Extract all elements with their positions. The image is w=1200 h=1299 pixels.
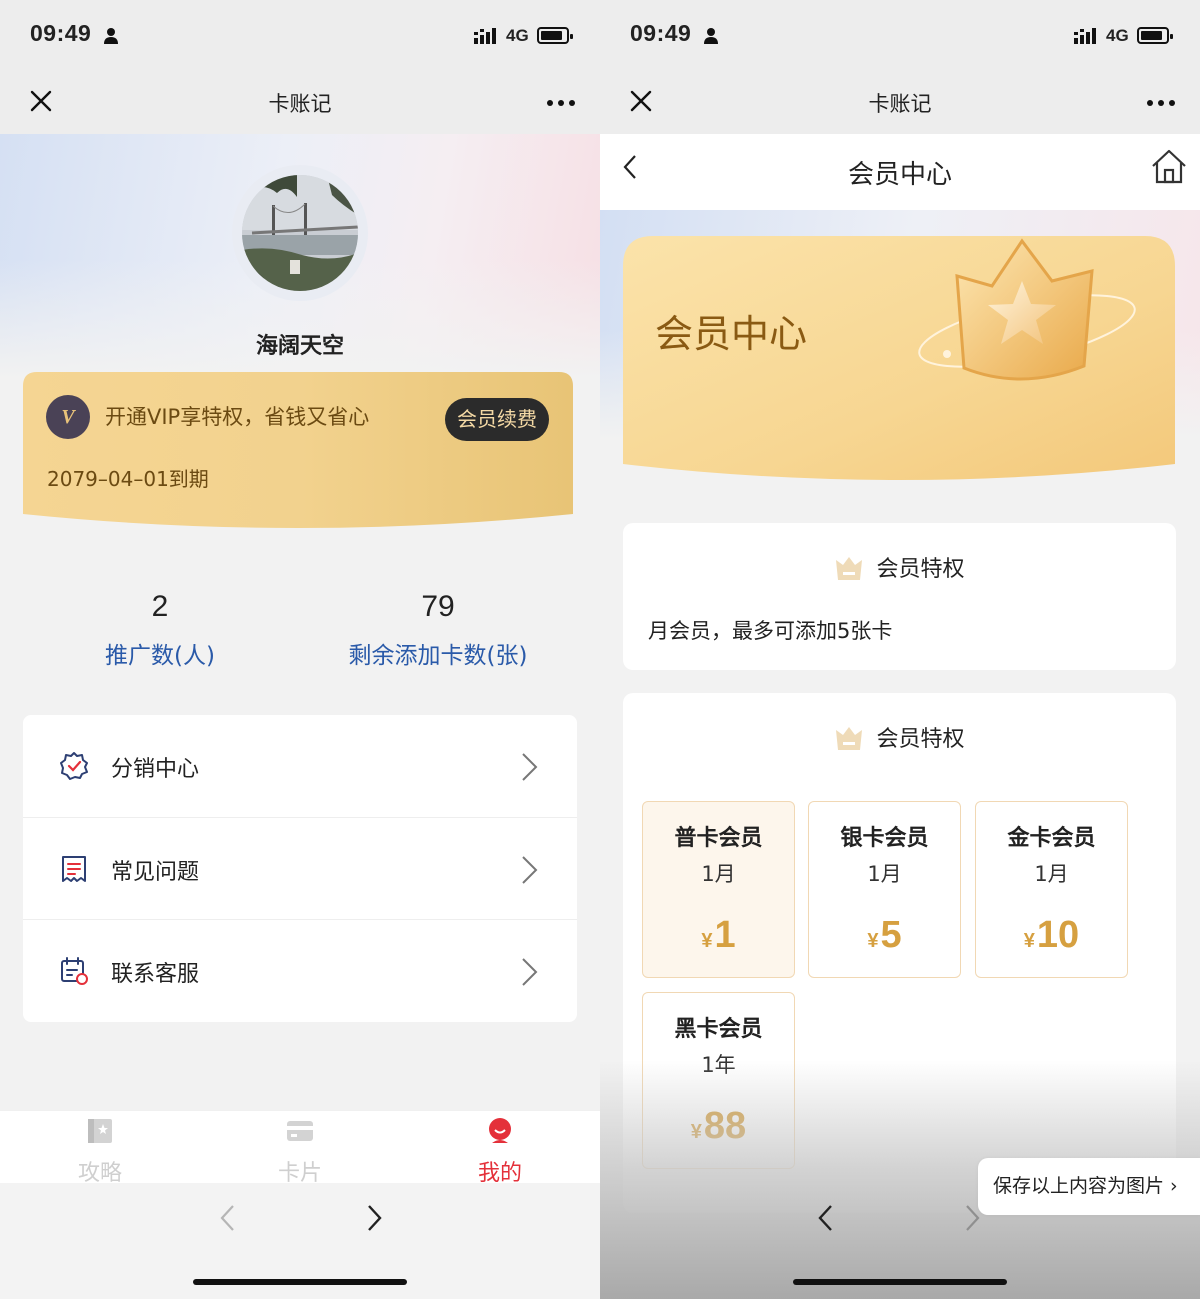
menu-item-customer-service[interactable]: 联系客服: [23, 919, 577, 1022]
panel-heading-text: 会员特权: [876, 557, 965, 582]
nav-title: 卡账记: [268, 92, 332, 116]
nav-title: 卡账记: [868, 92, 932, 116]
menu-item-faq[interactable]: 常见问题: [23, 817, 577, 920]
stat-label: 推广数(人): [105, 643, 215, 669]
plan-name: 银卡会员: [840, 826, 929, 851]
chevron-right-icon: [522, 753, 538, 781]
plan-price: ¥5: [809, 914, 960, 957]
chevron-right-icon: [522, 958, 538, 986]
person-icon: [104, 28, 118, 44]
back-icon[interactable]: [218, 1203, 238, 1233]
plan-price-value: 88: [703, 1105, 747, 1147]
plan-currency: ¥: [1023, 930, 1035, 952]
plan-name: 普卡会员: [674, 826, 763, 851]
chevron-right-icon: [522, 856, 538, 884]
plan-name: 黑卡会员: [674, 1017, 763, 1042]
signal-icon: [1074, 28, 1096, 44]
plan-price-value: 1: [714, 914, 736, 956]
book-icon: [88, 1119, 112, 1143]
stat-label: 剩余添加卡数(张): [348, 643, 528, 669]
network-label: 4G: [1106, 26, 1129, 45]
crown-star-icon: [918, 238, 1136, 381]
badge-check-icon: [60, 752, 88, 780]
plan-card-black[interactable]: 黑卡会员 1年 ¥88: [642, 992, 795, 1169]
menu-label: 常见问题: [111, 860, 200, 885]
menu-list: 分销中心 常见问题 联系客服: [23, 715, 577, 1022]
battery-icon: [537, 27, 573, 44]
status-time: 09:49: [30, 20, 92, 46]
plan-price: ¥1: [643, 914, 794, 957]
signal-icon: [474, 28, 496, 44]
plan-duration: 1年: [701, 1053, 736, 1077]
status-bar: 09:49 4G: [600, 0, 1200, 72]
panel-heading-text: 会员特权: [876, 727, 965, 752]
nav-bar: 卡账记: [600, 72, 1200, 134]
status-time: 09:49: [630, 20, 692, 46]
tab-mine[interactable]: 我的: [400, 1111, 600, 1186]
plan-card-silver[interactable]: 银卡会员 1月 ¥5: [808, 801, 961, 978]
home-icon[interactable]: [1150, 148, 1188, 186]
plan-name: 金卡会员: [1007, 826, 1096, 851]
vip-icon: V: [46, 395, 90, 439]
privilege-description: 月会员，最多可添加5张卡: [648, 619, 893, 643]
panel-heading: 会员特权: [623, 551, 1176, 583]
receipt-icon: [62, 856, 86, 882]
plan-currency: ¥: [867, 930, 879, 952]
save-as-image-button[interactable]: 保存以上内容为图片 ›: [978, 1158, 1200, 1215]
tab-cards[interactable]: 卡片: [200, 1111, 400, 1186]
tab-bar: 攻略 卡片 我的: [0, 1110, 600, 1186]
stat-value: 79: [421, 590, 455, 623]
banner-title: 会员中心: [655, 312, 808, 356]
menu-label: 分销中心: [111, 757, 200, 782]
home-indicator: [193, 1279, 407, 1285]
battery-icon: [1137, 27, 1173, 44]
plan-price: ¥88: [643, 1105, 794, 1148]
more-icon[interactable]: [546, 99, 576, 107]
person-icon: [704, 28, 718, 44]
stat-referrals[interactable]: 2 推广数(人): [60, 590, 260, 670]
page-title: 会员中心: [847, 160, 952, 190]
browser-bottom-bar: [0, 1183, 600, 1299]
stat-remaining-cards[interactable]: 79 剩余添加卡数(张): [318, 590, 558, 670]
stat-value: 2: [151, 590, 169, 623]
plan-price-value: 10: [1036, 914, 1080, 956]
plan-card-basic[interactable]: 普卡会员 1月 ¥1: [642, 801, 795, 978]
username: 海阔天空: [255, 334, 344, 359]
menu-item-distribution[interactable]: 分销中心: [23, 715, 577, 818]
privilege-panel: 会员特权 月会员，最多可添加5张卡: [623, 523, 1176, 670]
plan-currency: ¥: [701, 930, 713, 952]
vip-expire-date: 2079–04–01到期: [47, 467, 209, 491]
tab-guide[interactable]: 攻略: [0, 1111, 200, 1186]
network-label: 4G: [506, 26, 529, 45]
forward-icon[interactable]: [364, 1203, 384, 1233]
left-screen: 09:49 4G 卡账记 海阔天空 V 开通VIP享特权，省钱又省心 会员续费 …: [0, 0, 600, 1299]
plan-price-value: 5: [880, 914, 902, 956]
vip-card[interactable]: [23, 372, 573, 530]
vip-promo-text: 开通VIP享特权，省钱又省心: [105, 405, 370, 429]
crown-icon: [836, 557, 863, 580]
plan-currency: ¥: [690, 1121, 702, 1143]
renew-button[interactable]: 会员续费: [445, 398, 549, 441]
plan-duration: 1月: [867, 862, 902, 886]
plan-price: ¥10: [976, 914, 1127, 957]
crown-icon: [836, 727, 863, 750]
plan-card-gold[interactable]: 金卡会员 1月 ¥10: [975, 801, 1128, 978]
status-bar: 09:49 4G: [0, 0, 600, 72]
avatar[interactable]: [242, 175, 358, 291]
calendar-service-icon: [61, 957, 88, 985]
page-header: 会员中心: [600, 134, 1200, 210]
card-icon: [287, 1121, 313, 1141]
plan-duration: 1月: [701, 862, 736, 886]
nav-bar: 卡账记: [0, 72, 600, 134]
menu-label: 联系客服: [111, 962, 200, 987]
plan-duration: 1月: [1034, 862, 1069, 886]
more-icon[interactable]: [1146, 99, 1176, 107]
user-icon: [489, 1118, 511, 1143]
panel-heading: 会员特权: [623, 721, 1176, 753]
